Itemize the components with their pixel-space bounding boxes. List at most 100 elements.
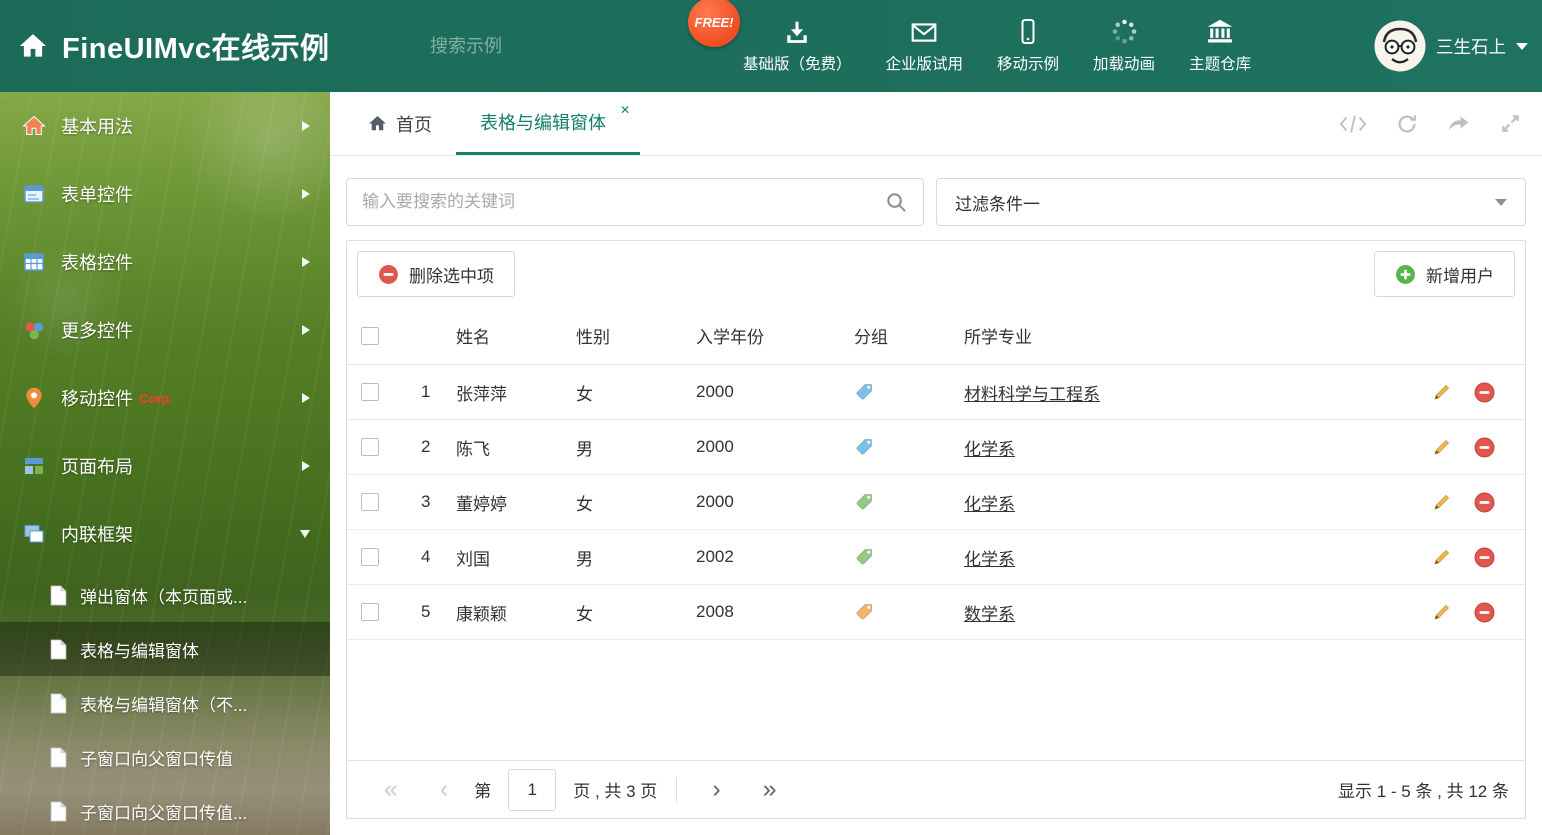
page-suffix: 页 , 共 3 页 (573, 782, 658, 801)
delete-selected-label: 删除选中项 (409, 266, 494, 286)
home-icon (369, 115, 386, 131)
sidebar-item-label: 移动控件 (61, 389, 133, 409)
sidebar-subitem-grid-edit-window[interactable]: 表格与编辑窗体 (0, 622, 330, 676)
search-icon[interactable] (885, 191, 908, 214)
sidebar-item-page-layout[interactable]: 页面布局 (0, 432, 330, 500)
nav-theme-store[interactable]: 主题仓库 (1172, 18, 1268, 74)
row-index: 3 (421, 492, 431, 511)
row-checkbox[interactable] (361, 383, 379, 401)
form-icon (24, 185, 44, 203)
page-number-input[interactable] (508, 768, 557, 811)
sidebar-item-grid-controls[interactable]: 表格控件 (0, 228, 330, 296)
sidebar-subitem-child-to-parent[interactable]: 子窗口向父窗口传值 (0, 730, 330, 784)
major-link[interactable]: 材料科学与工程系 (964, 380, 1100, 405)
nav-enterprise-trial[interactable]: 企业版试用 (869, 18, 981, 74)
tag-icon (856, 384, 872, 400)
user-name: 三生石上 (1436, 36, 1506, 57)
home-icon (19, 34, 47, 57)
delete-icon[interactable] (1474, 547, 1495, 568)
plus-circle-icon (1396, 264, 1415, 284)
delete-icon[interactable] (1474, 602, 1495, 623)
envelope-icon (910, 18, 938, 45)
sidebar-item-basic-usage[interactable]: 基本用法 (0, 92, 330, 160)
tab-home[interactable]: 首页 (344, 92, 456, 155)
column-header-year: 入学年份 (696, 328, 764, 347)
sidebar-item-mobile-controls[interactable]: 移动控件 Corp. (0, 364, 330, 432)
edit-icon[interactable] (1432, 382, 1452, 402)
divider (676, 776, 678, 803)
prev-page-icon[interactable]: ‹ (419, 777, 469, 802)
first-page-icon[interactable]: « (363, 777, 419, 802)
row-checkbox[interactable] (361, 438, 379, 456)
refresh-icon[interactable] (1395, 112, 1419, 136)
sidebar-subitem-label: 子窗口向父窗口传值 (80, 749, 233, 769)
tab-grid-edit-window[interactable]: 表格与编辑窗体 ✕ (456, 92, 640, 155)
sidebar-item-iframe[interactable]: 内联框架 (0, 500, 330, 568)
user-menu[interactable]: 三生石上 (1374, 0, 1528, 92)
filter-dropdown[interactable]: 过滤条件一 (936, 178, 1526, 226)
tag-icon (856, 604, 872, 620)
header: FineUIMvc在线示例 FREE! 基础版（免费） 企业版试用 (0, 0, 1542, 92)
last-page-icon[interactable]: » (742, 777, 798, 802)
home-icon (22, 115, 46, 135)
close-icon[interactable]: ✕ (620, 103, 630, 117)
keyword-search-input[interactable] (362, 192, 885, 212)
sidebar-item-label: 表单控件 (61, 185, 133, 205)
major-link[interactable]: 化学系 (964, 545, 1015, 570)
nav-loading-animation[interactable]: 加载动画 (1076, 18, 1172, 74)
add-user-button[interactable]: 新增用户 (1374, 251, 1515, 297)
chevron-right-icon (302, 325, 310, 335)
delete-icon[interactable] (1474, 382, 1495, 403)
file-icon (50, 801, 67, 821)
delete-icon[interactable] (1474, 492, 1495, 513)
fullscreen-icon[interactable] (1499, 112, 1522, 135)
major-link[interactable]: 化学系 (964, 490, 1015, 515)
sidebar: 基本用法 表单控件 表格控件 更多控件 移动控件 Corp. 页面布局 内联框架… (0, 92, 330, 835)
select-all-checkbox[interactable] (361, 326, 379, 345)
nav-mobile-demo[interactable]: 移动示例 (980, 18, 1076, 74)
edit-icon[interactable] (1432, 437, 1452, 457)
row-year: 2000 (696, 492, 734, 511)
source-code-icon[interactable] (1339, 113, 1367, 135)
pagination: « ‹ 第 页 , 共 3 页 › » 显示 1 - 5 条 , 共 12 条 (347, 760, 1525, 818)
tab-label: 表格与编辑窗体 (480, 113, 606, 133)
major-link[interactable]: 数学系 (964, 600, 1015, 625)
row-checkbox[interactable] (361, 493, 379, 511)
brand[interactable]: FineUIMvc在线示例 (18, 0, 330, 92)
nav-label: 基础版（免费） (743, 56, 852, 73)
delete-selected-button[interactable]: 删除选中项 (357, 251, 515, 297)
tag-icon (856, 494, 872, 510)
row-index: 1 (421, 382, 431, 401)
row-name: 董婷婷 (456, 494, 507, 514)
next-page-icon[interactable]: › (691, 777, 741, 802)
table-row: 4 刘国 男 2002 化学系 (347, 530, 1525, 585)
file-icon (50, 585, 67, 605)
table-row: 1 张萍萍 女 2000 材料科学与工程系 (347, 365, 1525, 420)
row-year: 2000 (696, 437, 734, 456)
share-icon[interactable] (1447, 113, 1471, 135)
nav-label: 主题仓库 (1189, 56, 1252, 73)
row-year: 2000 (696, 382, 734, 401)
mobile-icon (1016, 18, 1040, 45)
sidebar-subitem-grid-edit-window-2[interactable]: 表格与编辑窗体（不... (0, 676, 330, 730)
edit-icon[interactable] (1432, 602, 1452, 622)
nav-label: 移动示例 (997, 56, 1060, 73)
sidebar-subitem-child-to-parent-2[interactable]: 子窗口向父窗口传值... (0, 784, 330, 835)
header-nav: 基础版（免费） 企业版试用 移动示例 加载动画 主题仓库 (726, 0, 1268, 92)
nav-label: 加载动画 (1093, 56, 1156, 73)
header-search-input[interactable] (430, 35, 662, 57)
row-checkbox[interactable] (361, 548, 379, 566)
edit-icon[interactable] (1432, 492, 1452, 512)
row-checkbox[interactable] (361, 603, 379, 621)
nav-basic-free[interactable]: 基础版（免费） (726, 18, 869, 74)
sidebar-item-label: 更多控件 (61, 321, 133, 341)
sidebar-subitem-popup-window[interactable]: 弹出窗体（本页面或... (0, 568, 330, 622)
sidebar-item-more-controls[interactable]: 更多控件 (0, 296, 330, 364)
corp-badge: Corp. (139, 390, 173, 406)
edit-icon[interactable] (1432, 547, 1452, 567)
sidebar-item-form-controls[interactable]: 表单控件 (0, 160, 330, 228)
delete-icon[interactable] (1474, 437, 1495, 458)
row-name: 陈飞 (456, 439, 490, 459)
major-link[interactable]: 化学系 (964, 435, 1015, 460)
sidebar-subitem-label: 表格与编辑窗体 (80, 641, 199, 661)
